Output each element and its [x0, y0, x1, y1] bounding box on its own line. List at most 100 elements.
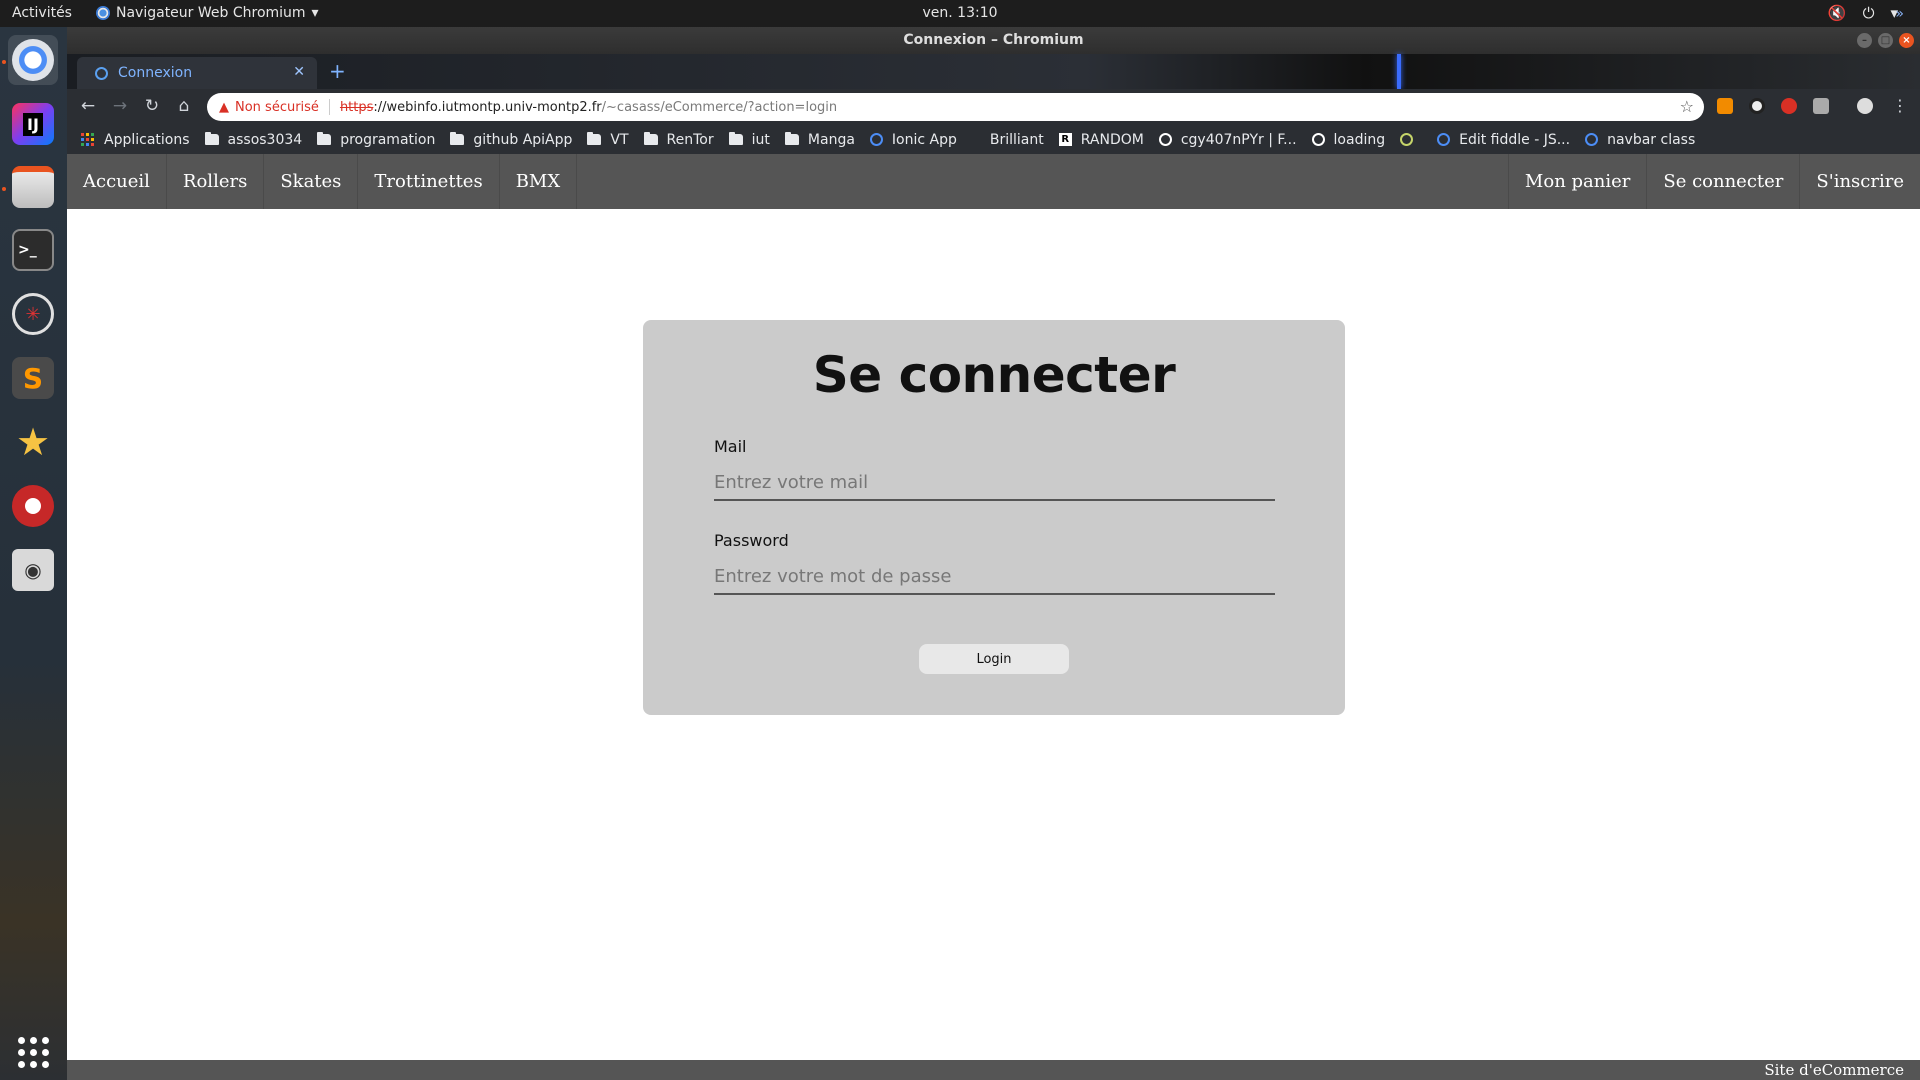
bookmark-item[interactable]: VT	[587, 131, 629, 148]
dock-sublime[interactable]: S	[8, 353, 58, 403]
bookmark-item[interactable]: Manga	[784, 132, 855, 148]
home-button[interactable]: ⌂	[173, 96, 195, 116]
random-site-icon: R	[1058, 133, 1072, 146]
globe-icon	[1585, 133, 1599, 146]
nav-link-bmx[interactable]: BMX	[500, 154, 578, 209]
nav-link-skates[interactable]: Skates	[264, 154, 359, 209]
dock-files[interactable]	[8, 162, 58, 212]
nav-link-s-inscrire[interactable]: S'inscrire	[1799, 154, 1920, 209]
dock-screenshot[interactable]: ◉	[8, 545, 58, 595]
bookmark-item[interactable]: Edit fiddle - JS...	[1437, 132, 1570, 148]
dock-intellij[interactable]: IJ	[8, 99, 58, 149]
bookmark-item[interactable]: Ionic App	[869, 131, 957, 148]
activities-button[interactable]: Activités	[12, 5, 72, 21]
profile-avatar[interactable]	[1857, 98, 1873, 114]
folder-icon	[784, 132, 799, 145]
extension-icon[interactable]	[1813, 98, 1829, 114]
clock[interactable]: ven. 13:10	[922, 5, 997, 21]
bookmark-item[interactable]: navbar class	[1585, 132, 1695, 148]
minimize-button[interactable]: –	[1857, 33, 1872, 48]
bookmark-item[interactable]: cgy407nPYr | F...	[1158, 132, 1297, 148]
bookmark-item[interactable]: loading	[1311, 131, 1386, 148]
globe-icon	[869, 133, 883, 146]
bookmark-item[interactable]: programation	[317, 132, 435, 148]
file-cabinet-icon	[12, 166, 54, 208]
bookmark-item[interactable]	[1400, 133, 1422, 146]
blocker-extension-icon[interactable]	[1749, 98, 1765, 114]
close-tab-icon[interactable]: ✕	[293, 64, 305, 80]
bookmark-item[interactable]: Applications	[81, 132, 190, 148]
bookmark-label: github ApiApp	[473, 131, 573, 148]
nav-link-accueil[interactable]: Accueil	[67, 154, 167, 209]
bookmark-label: navbar class	[1607, 131, 1696, 148]
dock-terminal[interactable]: >_	[8, 225, 58, 275]
adblock-extension-icon[interactable]	[1781, 98, 1797, 114]
system-tray[interactable]: 🔇 ⏻ ▾	[1828, 4, 1898, 22]
dock-favorites-app[interactable]: ★	[8, 417, 58, 467]
sublime-text-icon: S	[12, 357, 54, 399]
bookmark-item[interactable]: R RANDOM	[1058, 132, 1144, 148]
bookmark-label: loading	[1333, 131, 1386, 148]
bookmark-label: iut	[751, 131, 770, 148]
dock-network-app[interactable]: ✳	[8, 289, 58, 339]
nav-link-trottinettes[interactable]: Trottinettes	[358, 154, 500, 209]
folder-icon	[728, 132, 743, 145]
menu-kebab-icon[interactable]: ⋮	[1889, 96, 1911, 115]
bookmark-item[interactable]: iut	[728, 131, 770, 148]
new-tab-button[interactable]: +	[329, 59, 346, 83]
dock: IJ >_ ✳ S ★ ◉	[0, 27, 67, 1080]
key-extension-icon[interactable]	[1717, 98, 1733, 114]
password-input[interactable]	[714, 559, 1275, 595]
tab-connexion[interactable]: Connexion ✕	[77, 57, 317, 89]
bookmark-item[interactable]: RenTor	[643, 132, 714, 148]
security-status[interactable]: Non sécurisé	[235, 100, 319, 115]
bookmark-label: VT	[610, 131, 629, 148]
bookmark-item[interactable]: assos3034	[204, 132, 302, 148]
globe-icon	[1400, 133, 1414, 146]
bookmarks-overflow-button[interactable]: »	[1895, 6, 1904, 22]
separator	[328, 99, 330, 115]
site-footer: Site d'eCommerce	[67, 1060, 1920, 1080]
folder-icon	[450, 132, 465, 145]
tab-strip: Connexion ✕ +	[67, 54, 1920, 89]
terminal-icon: >_	[12, 229, 54, 271]
bookmark-item[interactable]: Brilliant	[990, 132, 1044, 148]
power-icon[interactable]: ⏻	[1863, 4, 1875, 22]
reload-button[interactable]: ↻	[141, 96, 163, 116]
globe-icon	[1158, 133, 1172, 146]
volume-muted-icon[interactable]: 🔇	[1828, 4, 1847, 22]
close-window-button[interactable]: ×	[1899, 33, 1914, 48]
app-menu[interactable]: Navigateur Web Chromium ▾	[96, 5, 319, 21]
app-menu-label: Navigateur Web Chromium	[116, 5, 306, 21]
mail-input[interactable]	[714, 465, 1275, 501]
dock-chromium[interactable]	[8, 35, 58, 85]
dock-recorder[interactable]	[8, 481, 58, 531]
back-button[interactable]: ←	[77, 96, 99, 116]
warning-icon: ▲	[219, 99, 229, 115]
bookmark-star-icon[interactable]: ☆	[1680, 97, 1694, 116]
caret-down-icon: ▾	[311, 5, 319, 21]
forward-button[interactable]: →	[109, 96, 131, 116]
bookmark-item[interactable]: github ApiApp	[450, 132, 572, 148]
nav-link-rollers[interactable]: Rollers	[167, 154, 265, 209]
folder-icon	[204, 132, 219, 145]
login-button[interactable]: Login	[919, 644, 1069, 674]
mail-label: Mail	[714, 437, 747, 456]
url-path: /~casass/eCommerce/?action=login	[601, 99, 838, 115]
tab-title: Connexion	[118, 65, 193, 81]
spider-web-icon: ✳	[12, 293, 54, 335]
nav-right: Mon panier Se connecter S'inscrire	[1507, 154, 1920, 209]
nav-link-mon-panier[interactable]: Mon panier	[1507, 154, 1646, 209]
camera-icon: ◉	[12, 549, 54, 591]
bookmark-label: Ionic App	[891, 131, 957, 148]
address-bar[interactable]: ▲ Non sécurisé https ://webinfo.iutmontp…	[207, 93, 1704, 121]
window-title-bar[interactable]: Connexion – Chromium – □ ×	[67, 27, 1920, 54]
globe-icon	[1437, 133, 1451, 146]
bookmark-label: Edit fiddle - JS...	[1459, 131, 1571, 148]
maximize-button[interactable]: □	[1878, 33, 1893, 48]
folder-icon	[643, 132, 658, 145]
nav-link-se-connecter[interactable]: Se connecter	[1646, 154, 1799, 209]
globe-icon	[95, 66, 108, 80]
show-applications-button[interactable]	[8, 1027, 58, 1077]
intellij-icon: IJ	[12, 103, 54, 145]
